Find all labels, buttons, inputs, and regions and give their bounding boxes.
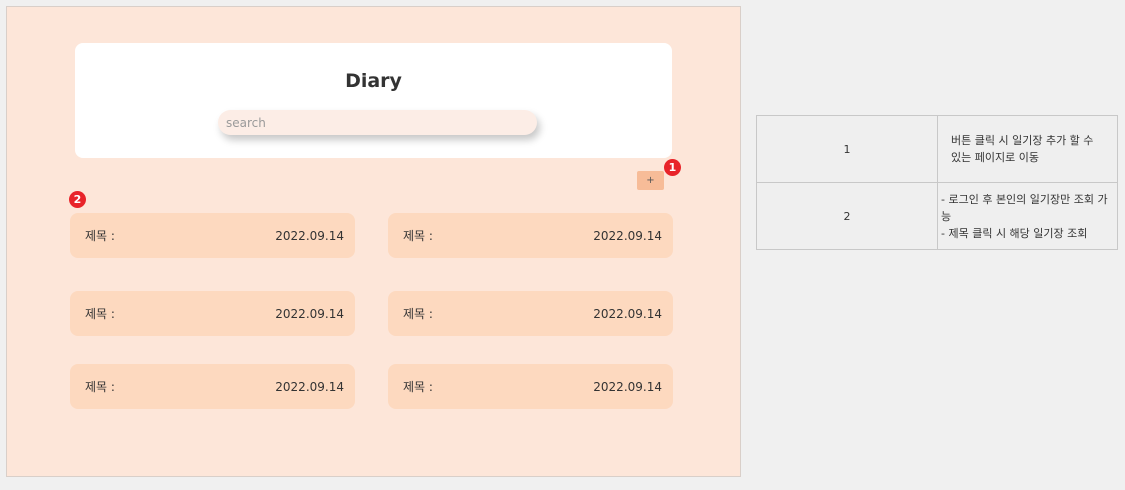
app-title: Diary	[345, 70, 402, 92]
spec-row-description: - 로그인 후 본인의 일기장만 조회 가능 - 제목 클릭 시 해당 일기장 …	[937, 182, 1118, 250]
header-card: Diary	[75, 43, 672, 158]
diary-card[interactable]: 제목 : 2022.09.14	[388, 291, 673, 336]
spec-description-line: 버튼 클릭 시 일기장 추가 할 수 있는 페이지로 이동	[951, 134, 1094, 164]
diary-title-label[interactable]: 제목 :	[85, 305, 115, 322]
spec-row: 2 - 로그인 후 본인의 일기장만 조회 가능 - 제목 클릭 시 해당 일기…	[756, 182, 1118, 250]
diary-card[interactable]: 제목 : 2022.09.14	[70, 291, 355, 336]
diary-date: 2022.09.14	[275, 228, 344, 243]
diary-date: 2022.09.14	[275, 306, 344, 321]
diary-title-label[interactable]: 제목 :	[403, 227, 433, 244]
diary-date: 2022.09.14	[593, 306, 662, 321]
spec-row-number: 1	[756, 115, 938, 183]
spec-row: 1 버튼 클릭 시 일기장 추가 할 수 있는 페이지로 이동	[756, 115, 1118, 183]
spec-row-number: 2	[756, 182, 938, 250]
spec-description-line: - 제목 클릭 시 해당 일기장 조회	[941, 226, 1088, 240]
diary-app-frame: Diary + 1 2 제목 : 2022.09.14 제목 : 2022.09…	[6, 6, 741, 477]
diary-title-label[interactable]: 제목 :	[403, 378, 433, 395]
search-input[interactable]	[218, 110, 537, 135]
annotation-marker-1: 1	[664, 159, 681, 176]
diary-date: 2022.09.14	[593, 379, 662, 394]
diary-title-label[interactable]: 제목 :	[85, 378, 115, 395]
diary-date: 2022.09.14	[593, 228, 662, 243]
diary-date: 2022.09.14	[275, 379, 344, 394]
diary-card[interactable]: 제목 : 2022.09.14	[70, 364, 355, 409]
diary-title-label[interactable]: 제목 :	[403, 305, 433, 322]
spec-table: 1 버튼 클릭 시 일기장 추가 할 수 있는 페이지로 이동 2 - 로그인 …	[756, 115, 1118, 250]
diary-card[interactable]: 제목 : 2022.09.14	[388, 364, 673, 409]
spec-description-line: - 로그인 후 본인의 일기장만 조회 가능	[941, 192, 1108, 223]
diary-card[interactable]: 제목 : 2022.09.14	[388, 213, 673, 258]
diary-card[interactable]: 제목 : 2022.09.14	[70, 213, 355, 258]
spec-row-description: 버튼 클릭 시 일기장 추가 할 수 있는 페이지로 이동	[937, 115, 1118, 183]
add-diary-button[interactable]: +	[637, 171, 664, 190]
annotation-marker-2: 2	[69, 191, 86, 208]
diary-title-label[interactable]: 제목 :	[85, 227, 115, 244]
